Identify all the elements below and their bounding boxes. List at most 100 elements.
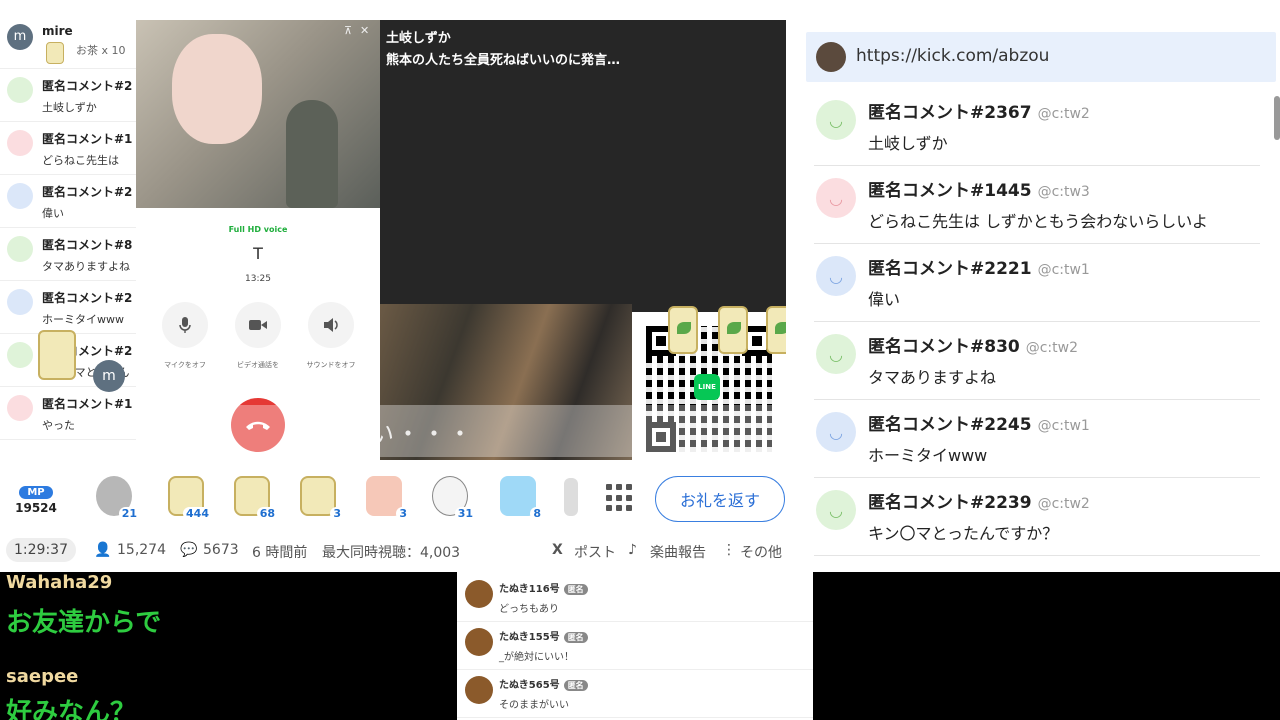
mp-counter: MP 19524 bbox=[12, 480, 60, 515]
list-item: ◡ 匿名コメント#2221 @c:tw1 偉い bbox=[814, 244, 1260, 322]
gift-sheep[interactable]: 31 bbox=[426, 474, 476, 522]
post-link[interactable]: ポスト bbox=[574, 542, 616, 562]
speaker-button[interactable] bbox=[308, 302, 354, 348]
smile-avatar-icon: ◡ bbox=[816, 178, 856, 218]
comment-text: 土岐しずか bbox=[868, 134, 948, 153]
left-comment-list: m mire お茶 x 10 匿名コメント#2 土岐しずか 匿名コメント#1 どらね… bbox=[0, 16, 140, 462]
list-item: m mire お茶 x 10 bbox=[0, 16, 140, 69]
video-call-button[interactable] bbox=[235, 302, 281, 348]
list-item: 匿名コメント#2 土岐しずか bbox=[0, 69, 140, 122]
overlay-chat: Wahaha29 お友達からで saepee 好みなん？ bbox=[0, 572, 362, 720]
more-link[interactable]: その他 bbox=[740, 542, 782, 562]
grid-icon[interactable] bbox=[606, 484, 634, 512]
video-player[interactable]: ⊼ ✕ Full HD voice T 13:25 マイクをオフ ビデオ通話を … bbox=[136, 20, 786, 460]
scrollbar[interactable] bbox=[1274, 96, 1280, 140]
comment-text: どらねこ先生は しずかともう会わないらしいよ bbox=[868, 212, 1208, 231]
list-item: たぬき565号 匿名 そのままがいい bbox=[457, 670, 813, 718]
mini-chat-panel: たぬき116号 匿名 どっちもあり たぬき155号 匿名 _が絶対にいい！ たぬき5… bbox=[457, 572, 813, 720]
url-text[interactable]: https://kick.com/abzou bbox=[856, 46, 1049, 66]
comment-author: たぬき565号 bbox=[499, 680, 560, 691]
comment-author: mire bbox=[42, 24, 73, 38]
pin-icon[interactable]: ⊼ bbox=[344, 24, 352, 37]
comment-count: 5673 bbox=[203, 542, 239, 558]
comment-text: タマありますよね bbox=[42, 260, 130, 273]
elapsed-time: 1:29:37 bbox=[6, 538, 76, 562]
button-label: サウンドをオフ bbox=[306, 361, 356, 369]
list-item: たぬき155号 匿名 _が絶対にいい！ bbox=[457, 622, 813, 670]
caption-text: 熊本の人たち全員死ねばいいのに発言… bbox=[386, 53, 621, 68]
list-item: ◡ 匿名コメント#830 @c:tw2 タマありますよね bbox=[814, 322, 1260, 400]
chat-message: お友達からで bbox=[6, 608, 162, 638]
call-duration: 13:25 bbox=[245, 274, 271, 284]
avatar: m bbox=[7, 24, 33, 50]
mute-button[interactable] bbox=[162, 302, 208, 348]
comment-text: _が絶対にいい！ bbox=[499, 652, 574, 663]
list-item: ◡ 匿名コメント#2367 @c:tw2 土岐しずか bbox=[814, 88, 1260, 166]
list-item: ◡ 匿名コメント#1445 @c:tw3 どらねこ先生は しずかともう会わないらし… bbox=[814, 166, 1260, 244]
smile-avatar-icon: ◡ bbox=[816, 256, 856, 296]
chat-message: 好みなん？ bbox=[6, 698, 137, 720]
comment-text: お茶 x 10 bbox=[76, 44, 126, 57]
comment-author: 匿名コメント#2 bbox=[42, 79, 133, 93]
comment-handle: @c:tw1 bbox=[1037, 262, 1090, 278]
song-report-link[interactable]: 楽曲報告 bbox=[650, 542, 706, 562]
comment-author: 匿名コメント#1 bbox=[42, 132, 133, 146]
comment-text: タマありますよね bbox=[868, 368, 997, 387]
start-time: 6 時間前 bbox=[252, 545, 308, 561]
video-camera-icon bbox=[249, 320, 267, 330]
gift-coin[interactable]: 21 bbox=[90, 474, 140, 522]
viewer-count: 15,274 bbox=[117, 542, 166, 558]
gift-partial-icon bbox=[564, 478, 578, 516]
call-photo: ⊼ ✕ bbox=[136, 20, 380, 208]
tanuki-avatar bbox=[465, 628, 493, 656]
figurine-image bbox=[172, 34, 262, 144]
url-bar[interactable]: https://kick.com/abzou bbox=[806, 32, 1276, 82]
comment-text: ホーミタイwww bbox=[42, 313, 124, 326]
comment-author: 匿名コメント#2245 bbox=[868, 415, 1032, 435]
gift-tea[interactable]: 68 bbox=[228, 474, 278, 522]
comment-author: 匿名コメント#8 bbox=[42, 238, 133, 252]
more-icon[interactable]: ⋮ bbox=[722, 542, 736, 558]
tea-gift-icon bbox=[766, 306, 786, 354]
figurine-image bbox=[286, 100, 338, 208]
button-label: ビデオ通話を bbox=[237, 361, 279, 369]
avatar bbox=[7, 183, 33, 209]
chat-username: saepee bbox=[6, 666, 79, 687]
return-thanks-button[interactable]: お礼を返す bbox=[655, 476, 785, 522]
list-item: 匿名コメント#2 偉い bbox=[0, 175, 140, 228]
avatar bbox=[7, 236, 33, 262]
music-note-icon: ♪ bbox=[628, 542, 637, 558]
mp-badge: MP bbox=[19, 486, 53, 499]
tea-gift-icon bbox=[38, 330, 76, 380]
anonymous-badge: 匿名 bbox=[563, 632, 588, 643]
comment-author: 匿名コメント#2 bbox=[42, 185, 133, 199]
gift-tea-stack[interactable]: 3 bbox=[294, 474, 344, 522]
comment-text: どらねこ先生は bbox=[42, 154, 119, 167]
gift-ghost[interactable]: 8 bbox=[494, 474, 544, 522]
comment-author: 匿名コメント#830 bbox=[868, 337, 1020, 357]
anonymous-badge: 匿名 bbox=[563, 584, 588, 595]
comment-author: 匿名コメント#1445 bbox=[868, 181, 1032, 201]
comment-author: 匿名コメント#2 bbox=[42, 291, 133, 305]
x-icon[interactable]: X bbox=[552, 542, 563, 558]
caption-title: 土岐しずか bbox=[386, 31, 451, 46]
smile-avatar-icon: ◡ bbox=[816, 100, 856, 140]
channel-avatar bbox=[816, 42, 846, 72]
peak-viewers: 最大同時視聴：4,003 bbox=[322, 545, 461, 561]
gift-cake[interactable]: 3 bbox=[360, 474, 410, 522]
gift-tea-10[interactable]: 444 bbox=[162, 474, 212, 522]
tea-gift-icon bbox=[668, 306, 698, 354]
list-item: 匿名コメント#8 タマありますよね bbox=[0, 228, 140, 281]
list-item: 匿名コメント#2 ホーミタイwww bbox=[0, 281, 140, 334]
list-item: 匿名コメント#1 やった bbox=[0, 387, 140, 440]
close-icon[interactable]: ✕ bbox=[360, 24, 369, 37]
list-item: たぬき116号 匿名 どっちもあり bbox=[457, 574, 813, 622]
comment-text: キン〇マとったんですか？ bbox=[868, 524, 1059, 543]
gift-bar: MP 19524 21 444 68 3 3 31 8 お礼を返す bbox=[0, 468, 800, 528]
avatar bbox=[7, 342, 33, 368]
avatar: m bbox=[93, 360, 125, 392]
mp-count: 19524 bbox=[15, 501, 57, 515]
comment-text: ホーミタイwww bbox=[868, 446, 988, 465]
chat-username: Wahaha29 bbox=[6, 572, 113, 593]
tanuki-avatar bbox=[465, 580, 493, 608]
